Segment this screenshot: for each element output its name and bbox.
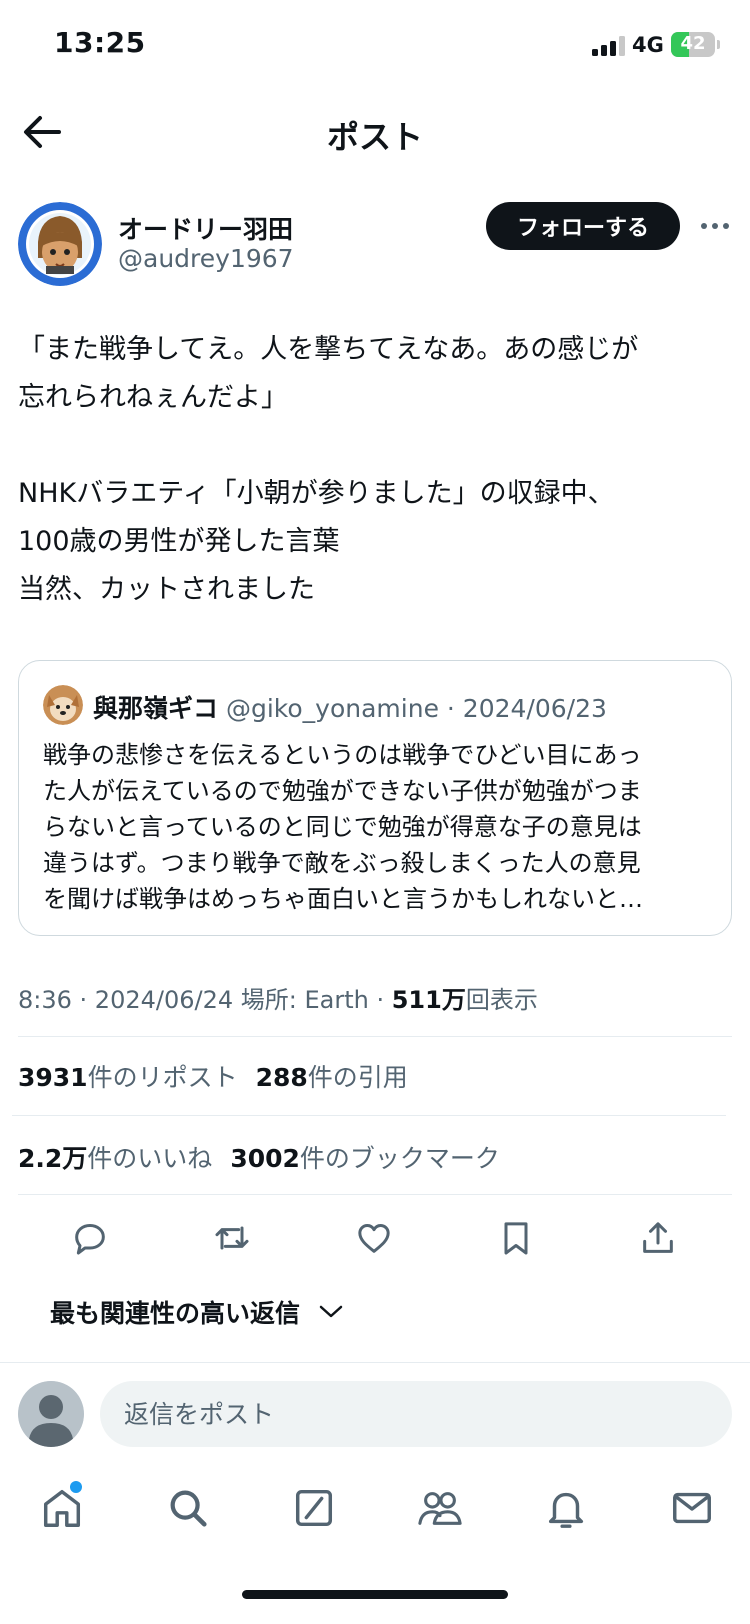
views-count: 511万 (391, 986, 466, 1014)
quote-avatar (43, 685, 83, 725)
quote-header: 與那嶺ギコ @giko_yonamine · 2024/06/23 (93, 694, 607, 723)
battery-cap (717, 40, 720, 49)
signal-icon (592, 36, 626, 56)
status-time: 13:25 (54, 26, 146, 59)
reply-sort-selector[interactable]: 最も関連性の高い返信 (50, 1294, 344, 1330)
avatar-image (18, 202, 102, 286)
bookmarks-count: 3002 (230, 1144, 300, 1173)
divider (12, 1115, 726, 1116)
communities-icon (418, 1492, 462, 1525)
author-name[interactable]: オードリー羽田 (118, 210, 293, 246)
battery-level: 42 (680, 33, 706, 54)
divider (18, 1036, 732, 1037)
bookmarks-stat[interactable]: 3002件のブックマーク (230, 1144, 500, 1173)
bookmark-icon (504, 1222, 528, 1255)
like-icon (358, 1224, 390, 1253)
post-line: NHKバラエティ「小朝が参りました」の収録中、 (18, 478, 615, 509)
notification-dot (70, 1481, 82, 1493)
default-avatar-icon (18, 1381, 84, 1447)
likes-label: 件のいいね (87, 1144, 213, 1173)
status-bar: 13:25 4G 42 (0, 0, 750, 90)
share-icon (643, 1222, 673, 1253)
tab-notifications[interactable] (536, 1478, 596, 1538)
reply-sort-label: 最も関連性の高い返信 (50, 1299, 301, 1328)
reply-icon (75, 1224, 105, 1255)
bookmarks-label: 件のブックマーク (299, 1144, 500, 1173)
post-line: 「また戦争してえ。人を撃ちてえなあ。あの感じが (18, 334, 639, 365)
like-button[interactable] (346, 1210, 402, 1266)
tab-search[interactable] (158, 1478, 218, 1538)
post-meta: 8:36 · 2024/06/24 場所: Earth · 511万回表示 (18, 986, 538, 1014)
views-label: 回表示 (465, 986, 538, 1014)
action-bar (0, 1210, 750, 1266)
post-text: 「また戦争してえ。人を撃ちてえなあ。あの感じが 忘れられねぇんだよ」 NHKバラ… (18, 326, 728, 614)
post-line: 当然、カットされました (18, 574, 315, 605)
divider (0, 1362, 750, 1363)
messages-icon (673, 1492, 711, 1524)
header: ポスト (0, 92, 750, 172)
likes-stat[interactable]: 2.2万件のいいね (18, 1144, 212, 1173)
network-type: 4G (632, 33, 664, 57)
more-button[interactable] (700, 210, 730, 242)
divider (18, 1194, 732, 1195)
bookmark-button[interactable] (488, 1210, 544, 1266)
follow-button[interactable]: フォローする (486, 202, 680, 250)
battery-icon: 42 (671, 32, 715, 57)
home-indicator (242, 1590, 508, 1599)
quoted-post[interactable]: 與那嶺ギコ @giko_yonamine · 2024/06/23 戦争の悲惨さ… (18, 660, 732, 936)
tab-communities[interactable] (410, 1478, 470, 1538)
quotes-stat[interactable]: 288件の引用 (256, 1063, 408, 1092)
chevron-down-icon (319, 1305, 343, 1318)
quote-author-handle: @giko_yonamine (225, 694, 439, 723)
reposts-stat[interactable]: 3931件のリポスト (18, 1063, 238, 1092)
tab-bar (0, 1478, 750, 1548)
my-avatar[interactable] (18, 1381, 84, 1447)
quote-line: らないと言っているのと同じで勉強が得意な子の意見は (43, 813, 642, 841)
share-button[interactable] (630, 1210, 686, 1266)
stats-row-likes: 2.2万件のいいね 3002件のブックマーク (18, 1139, 500, 1175)
reposts-label: 件のリポスト (87, 1063, 238, 1092)
post-time: 8:36 (18, 986, 72, 1014)
reply-button[interactable] (62, 1210, 118, 1266)
notifications-icon (548, 1492, 584, 1528)
quote-line: 戦争の悲惨さを伝えるというのは戦争でひどい目にあっ (43, 741, 642, 769)
author-avatar[interactable] (18, 202, 102, 286)
tab-messages[interactable] (662, 1478, 722, 1538)
repost-button[interactable] (204, 1210, 260, 1266)
more-horizontal-icon (701, 223, 729, 229)
tab-grok[interactable] (284, 1478, 344, 1538)
likes-count: 2.2万 (18, 1144, 88, 1173)
quote-line: た人が伝えているので勉強ができない子供が勉強がつま (43, 777, 642, 805)
post-line: 100歳の男性が発した言葉 (18, 526, 340, 557)
quote-text: 戦争の悲惨さを伝えるというのは戦争でひどい目にあっ た人が伝えているので勉強がで… (43, 737, 715, 917)
reposts-count: 3931 (18, 1063, 88, 1092)
post-location: 場所: Earth (240, 986, 369, 1014)
quotes-count: 288 (255, 1063, 308, 1092)
reply-input[interactable] (100, 1381, 732, 1447)
quote-author-name: 與那嶺ギコ (93, 694, 219, 723)
quote-date: 2024/06/23 (462, 694, 607, 723)
tab-home[interactable] (32, 1478, 92, 1538)
quotes-label: 件の引用 (307, 1063, 408, 1092)
quote-line: 違うはず。つまり戦争で敵をぶっ殺しまくった人の意見 (43, 849, 641, 877)
stats-row-reposts: 3931件のリポスト 288件の引用 (18, 1058, 408, 1094)
author-handle[interactable]: @audrey1967 (118, 244, 294, 273)
post-date: 2024/06/24 (94, 986, 234, 1014)
repost-icon (215, 1226, 249, 1250)
post-line: 忘れられねぇんだよ」 (18, 382, 288, 413)
search-icon (170, 1490, 207, 1527)
page-title: ポスト (326, 118, 423, 156)
quote-line: を聞けば戦争はめっちゃ面白いと言うかもしれないと… (43, 885, 643, 913)
grok-icon (295, 1489, 333, 1527)
